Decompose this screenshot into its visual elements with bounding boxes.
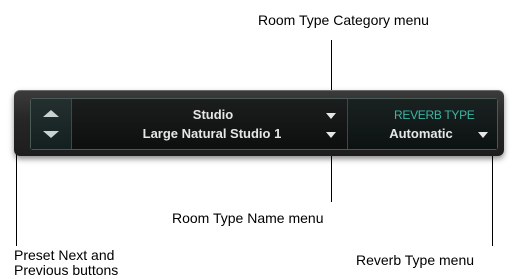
room-type-name-callout: Room Type Name menu	[172, 210, 324, 226]
plugin-header-panel: Studio Large Natural Studio 1 REVERB TYP…	[14, 90, 504, 156]
dropdown-triangle-icon[interactable]	[326, 132, 336, 138]
up-arrow-icon[interactable]	[43, 110, 59, 117]
reverb-type-label: REVERB TYPE	[394, 108, 475, 122]
preset-buttons-callout-line2: Previous buttons	[14, 262, 119, 278]
dropdown-triangle-icon[interactable]	[326, 113, 336, 119]
preset-display: Studio Large Natural Studio 1 REVERB TYP…	[30, 98, 498, 150]
down-arrow-icon[interactable]	[43, 131, 59, 138]
room-type-name-menu[interactable]: Large Natural Studio 1	[112, 126, 312, 141]
preset-buttons-callout-line1: Preset Next and	[14, 247, 115, 263]
reverb-type-callout: Reverb Type menu	[356, 252, 475, 268]
dropdown-triangle-icon[interactable]	[478, 132, 488, 138]
room-type-section: Studio Large Natural Studio 1	[72, 99, 348, 149]
reverb-type-menu[interactable]: Automatic	[376, 126, 466, 141]
preset-nav-section	[31, 99, 72, 149]
room-type-category-callout: Room Type Category menu	[258, 12, 429, 28]
room-type-category-menu[interactable]: Studio	[168, 107, 258, 122]
reverb-type-section: REVERB TYPE Automatic	[348, 99, 497, 149]
